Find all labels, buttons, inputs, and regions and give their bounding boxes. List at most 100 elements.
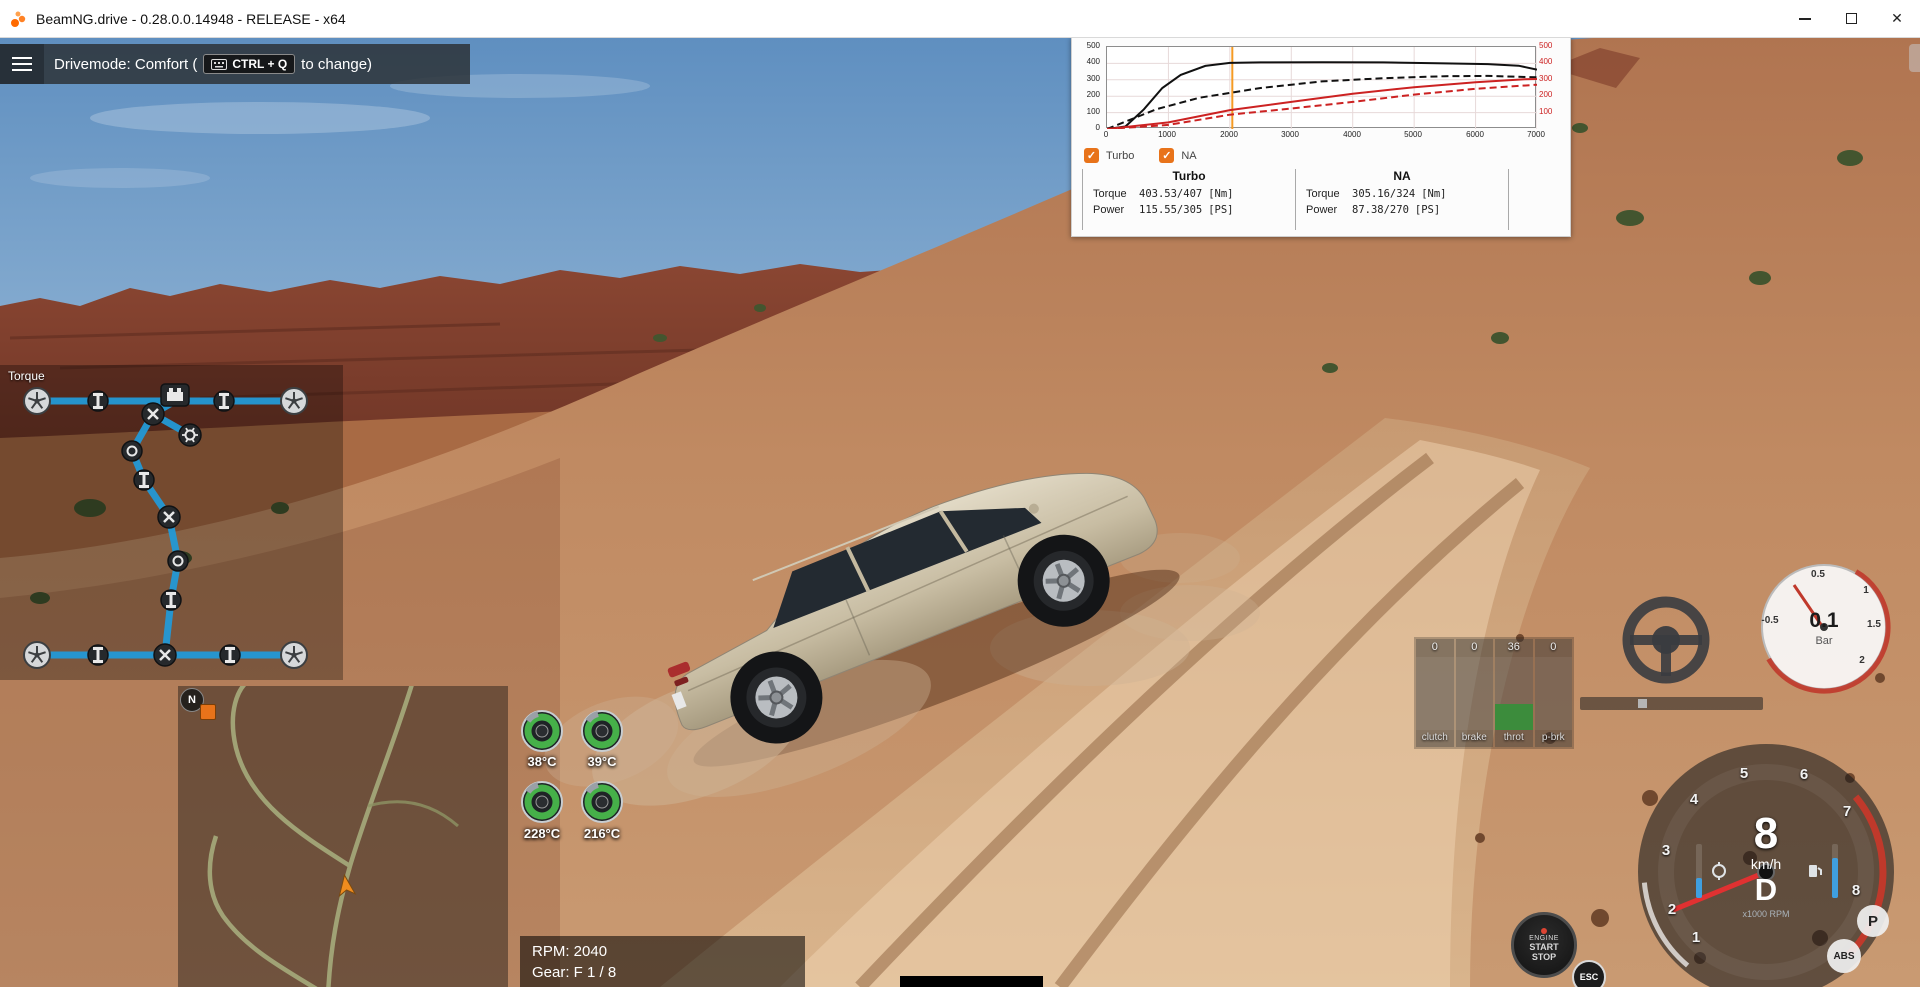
steering-position-bar bbox=[1580, 697, 1763, 710]
brake-disc-icon bbox=[581, 781, 623, 823]
player-marker-arrow bbox=[338, 873, 357, 898]
halfshaft-icon bbox=[213, 390, 235, 412]
y-axis-tick: 300 bbox=[1086, 74, 1100, 83]
transfercase-icon bbox=[140, 401, 166, 427]
parkbrake-input: 0 p-brk bbox=[1534, 639, 1572, 747]
y-axis-tick-right: 500 bbox=[1539, 41, 1553, 50]
brake-temp-front-right: 39°C bbox=[587, 754, 617, 769]
bottom-center-panel bbox=[900, 976, 1043, 987]
halfshaft-icon bbox=[87, 390, 109, 412]
turbo-stats-title: Turbo bbox=[1172, 169, 1206, 183]
y-axis-tick-right: 200 bbox=[1539, 90, 1553, 99]
engine-start-stop-button[interactable]: ENGINE START STOP bbox=[1511, 912, 1577, 978]
brake-temp-front-left: 38°C bbox=[527, 754, 557, 769]
brake-disc-icon bbox=[521, 781, 563, 823]
torqueconverter-icon bbox=[121, 440, 143, 462]
poi-marker-icon bbox=[200, 704, 216, 720]
tacho-number: 1 bbox=[1691, 929, 1701, 946]
boost-tick: 2 bbox=[1859, 655, 1865, 666]
powertrain-diagram bbox=[23, 383, 308, 669]
coupling-icon bbox=[167, 550, 189, 572]
brake-temp-bar bbox=[1696, 844, 1702, 898]
steering-wheel-icon bbox=[1622, 596, 1710, 684]
rear-differential-icon bbox=[152, 642, 178, 668]
steering-position-marker bbox=[1638, 699, 1647, 708]
ui-apps-edge-button[interactable] bbox=[1909, 44, 1920, 72]
minimize-button[interactable] bbox=[1782, 0, 1828, 37]
chart-stats: Turbo Torque 403.53/407 [Nm] Power 115.5… bbox=[1082, 169, 1560, 230]
window-title: BeamNG.drive - 0.28.0.0.14948 - RELEASE … bbox=[36, 10, 346, 27]
brake-disc-icon bbox=[521, 710, 563, 752]
close-icon bbox=[1891, 10, 1903, 28]
abs-indicator: ABS bbox=[1827, 939, 1861, 973]
clutch-bar bbox=[1416, 657, 1454, 730]
boost-tick: 0.5 bbox=[1811, 569, 1825, 580]
y-axis-tick-right: 300 bbox=[1539, 74, 1553, 83]
na-stats-title: NA bbox=[1393, 169, 1411, 183]
drivemode-banner: Drivemode: Comfort ( CTRL + Q to change) bbox=[0, 44, 470, 84]
tacho-number: 5 bbox=[1739, 765, 1749, 782]
maximize-icon bbox=[1845, 13, 1857, 24]
speed-unit: km/h bbox=[1750, 856, 1782, 872]
differential-icon bbox=[156, 504, 182, 530]
engine-button-led bbox=[1541, 928, 1547, 934]
brake-disc-icon bbox=[581, 710, 623, 752]
brake-temp-rear-right: 216°C bbox=[583, 826, 621, 841]
clutch-input: 0 clutch bbox=[1416, 639, 1454, 747]
torque-curve-panel: 500 400 300 200 100 0 500 400 300 200 10… bbox=[1071, 37, 1571, 237]
hamburger-menu-button[interactable] bbox=[0, 44, 44, 84]
minimize-icon bbox=[1799, 17, 1811, 20]
chart-legend: Turbo NA bbox=[1084, 148, 1215, 163]
halfshaft-icon bbox=[219, 644, 241, 666]
gear-indicator: D bbox=[1754, 872, 1778, 907]
parkbrake-bar bbox=[1534, 657, 1572, 730]
y-axis-tick: 200 bbox=[1086, 90, 1100, 99]
maximize-button[interactable] bbox=[1828, 0, 1874, 37]
close-button[interactable] bbox=[1874, 0, 1920, 37]
wheel-icon bbox=[280, 641, 308, 669]
engine-icon bbox=[160, 383, 190, 407]
brake-temp-icon bbox=[1712, 862, 1726, 880]
y-axis-tick: 500 bbox=[1086, 41, 1100, 50]
y-axis-tick-right: 400 bbox=[1539, 57, 1553, 66]
vehicle-inputs-panel: 0 clutch 0 brake 36 throt 0 p-brk bbox=[1414, 637, 1574, 749]
y-axis-tick: 0 bbox=[1095, 123, 1100, 132]
na-checkbox-label: NA bbox=[1181, 149, 1197, 162]
halfshaft-icon bbox=[87, 644, 109, 666]
fuel-icon bbox=[1809, 865, 1822, 877]
wheel-icon bbox=[280, 387, 308, 415]
drivemode-key-badge: CTRL + Q bbox=[203, 54, 296, 74]
turbo-checkbox[interactable] bbox=[1084, 148, 1099, 163]
throttle-input: 36 throt bbox=[1495, 639, 1533, 747]
chart-plot-area bbox=[1106, 46, 1538, 130]
brake-input: 0 brake bbox=[1455, 639, 1493, 747]
driveshaft-icon bbox=[133, 469, 155, 491]
na-checkbox[interactable] bbox=[1159, 148, 1175, 163]
keyboard-icon bbox=[211, 58, 228, 70]
brake-temp-rear-left: 228°C bbox=[523, 826, 561, 841]
tacho-number: 6 bbox=[1799, 766, 1809, 783]
fuel-level-bar bbox=[1832, 844, 1838, 898]
boost-value: 0.1 bbox=[1809, 609, 1839, 632]
throttle-bar bbox=[1495, 657, 1533, 730]
driveshaft-icon bbox=[160, 589, 182, 611]
wheel-icon bbox=[23, 641, 51, 669]
tacho-number: 4 bbox=[1689, 791, 1699, 808]
minimap-app: N bbox=[178, 675, 508, 987]
parking-brake-indicator: P bbox=[1857, 905, 1889, 937]
y-axis-tick: 400 bbox=[1086, 57, 1100, 66]
minimap-roads bbox=[207, 675, 459, 987]
boost-unit: Bar bbox=[1815, 635, 1833, 647]
turbo-stats: Turbo Torque 403.53/407 [Nm] Power 115.5… bbox=[1083, 169, 1295, 230]
boost-gauge: -0.5 0.5 1 1.5 2 0.1 Bar bbox=[1754, 557, 1894, 697]
beamng-logo-icon bbox=[11, 11, 26, 27]
telemetry-panel: RPM: 2040 Gear: F 1 / 8 bbox=[520, 936, 805, 987]
gear-readout: Gear: F 1 / 8 bbox=[532, 964, 617, 981]
powertrain-app: Torque bbox=[0, 365, 343, 680]
y-axis-tick-right: 100 bbox=[1539, 107, 1553, 116]
drivemode-hint: to change) bbox=[301, 55, 373, 73]
esc-indicator: ESC bbox=[1572, 960, 1606, 987]
y-axis-tick: 100 bbox=[1086, 107, 1100, 116]
window-titlebar: BeamNG.drive - 0.28.0.0.14948 - RELEASE … bbox=[0, 0, 1920, 38]
drivemode-label: Drivemode: Comfort ( bbox=[54, 55, 198, 73]
